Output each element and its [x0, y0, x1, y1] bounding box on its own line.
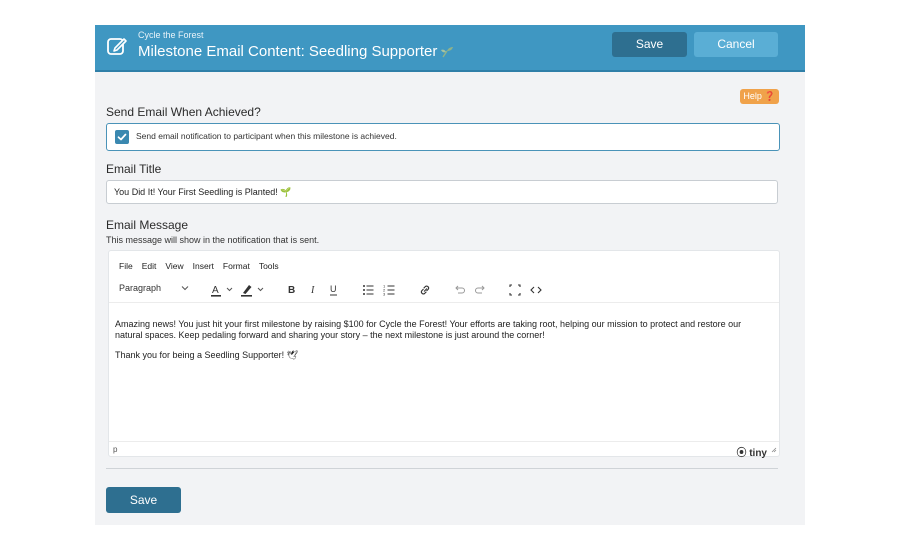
block-format-select[interactable]: Paragraph — [119, 283, 189, 293]
fullscreen-icon[interactable] — [509, 283, 521, 297]
svg-text:B: B — [288, 285, 295, 296]
send-email-checkbox[interactable] — [115, 130, 129, 144]
menu-view[interactable]: View — [165, 261, 183, 271]
email-title-input[interactable] — [106, 180, 778, 204]
italic-icon[interactable]: I — [309, 283, 319, 297]
menu-file[interactable]: File — [119, 261, 133, 271]
element-path[interactable]: p — [113, 445, 117, 454]
menu-tools[interactable]: Tools — [259, 261, 279, 271]
bullet-list-icon[interactable] — [362, 283, 374, 297]
block-format-value: Paragraph — [119, 283, 162, 293]
tiny-branding[interactable]: ⦿ tiny — [736, 444, 767, 459]
undo-icon[interactable] — [453, 283, 465, 297]
link-icon[interactable] — [419, 283, 431, 297]
text-color-icon[interactable]: A — [211, 283, 235, 297]
send-email-checkbox-label: Send email notification to participant w… — [136, 131, 397, 141]
rich-text-editor: File Edit View Insert Format Tools Paragraph … — [108, 250, 780, 459]
footer-save-button[interactable]: Save — [106, 487, 181, 513]
header-cancel-button[interactable]: Cancel — [694, 32, 778, 57]
highlight-color-icon[interactable] — [241, 283, 267, 297]
source-code-icon[interactable] — [530, 283, 542, 297]
org-name: Cycle the Forest — [138, 30, 204, 40]
page-header: Cycle the Forest Milestone Email Content… — [95, 25, 805, 72]
page-title: Milestone Email Content: Seedling Suppor… — [138, 43, 454, 60]
numbered-list-icon[interactable]: 123 — [383, 283, 395, 297]
redo-icon[interactable] — [475, 283, 487, 297]
email-title-label: Email Title — [106, 162, 162, 176]
editor-statusbar: p ⦿ tiny — [109, 441, 779, 459]
edit-icon — [107, 38, 127, 55]
checkmark-icon — [117, 133, 127, 141]
svg-text:A: A — [212, 285, 219, 296]
menu-format[interactable]: Format — [223, 261, 250, 271]
divider — [106, 468, 778, 469]
svg-text:U: U — [330, 284, 337, 294]
message-paragraph: Amazing news! You just hit your first mi… — [115, 319, 742, 340]
seedling-icon — [441, 47, 454, 58]
message-paragraph: Thank you for being a Seedling Supporter… — [115, 350, 299, 360]
help-button[interactable]: Help ❓ — [740, 89, 779, 104]
email-message-label: Email Message — [106, 218, 189, 232]
svg-text:I: I — [310, 285, 315, 296]
editor-toolbar: Paragraph A B I U 123 — [109, 278, 779, 303]
header-save-button[interactable]: Save — [612, 32, 687, 57]
email-message-help-text: This message will show in the notificati… — [106, 235, 320, 245]
resize-handle-icon[interactable] — [771, 447, 777, 453]
milestone-email-panel: Cycle the Forest Milestone Email Content… — [95, 25, 805, 525]
underline-icon[interactable]: U — [329, 283, 339, 297]
menu-edit[interactable]: Edit — [142, 261, 157, 271]
bold-icon[interactable]: B — [287, 283, 297, 297]
editor-menubar: File Edit View Insert Format Tools — [119, 261, 288, 271]
svg-text:3: 3 — [383, 292, 386, 297]
send-email-label: Send Email When Achieved? — [106, 105, 261, 119]
tiny-logo-icon: ⦿ — [736, 448, 747, 459]
send-email-checkbox-row[interactable]: Send email notification to participant w… — [106, 123, 780, 151]
editor-content[interactable]: Amazing news! You just hit your first mi… — [115, 319, 765, 370]
menu-insert[interactable]: Insert — [193, 261, 214, 271]
chevron-down-icon — [181, 286, 189, 291]
